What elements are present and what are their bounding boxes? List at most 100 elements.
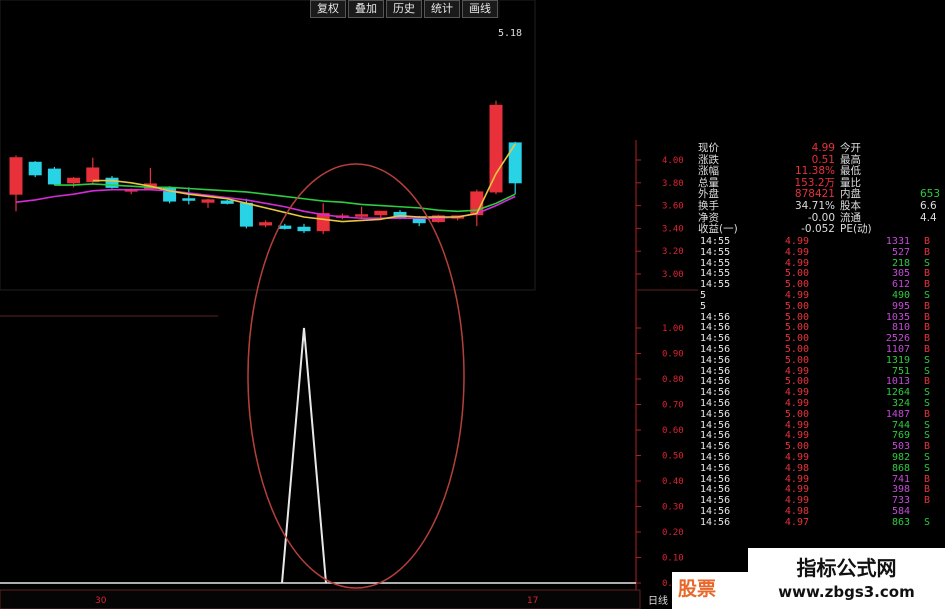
quote-value: -0.00 — [807, 211, 835, 224]
quote-row: 总量 153.2万 量比 — [698, 177, 945, 189]
candle-body — [67, 177, 81, 184]
candle-body — [182, 198, 196, 201]
trade-volume: 995 — [891, 300, 910, 312]
price-tick-label: 4.00 — [662, 156, 684, 166]
bottom-label-right: 17 — [527, 596, 538, 606]
candle-body — [9, 157, 23, 195]
quote-label: 净资 — [698, 211, 719, 224]
bottom-label-left: 30 — [95, 596, 107, 606]
quote-label: 涨幅 — [698, 165, 719, 178]
indicator-tick-label: 0.40 — [662, 477, 684, 487]
indicator-tick-label: 0.20 — [662, 528, 684, 538]
candle — [182, 187, 196, 205]
indicator-tick-label: 0.90 — [662, 350, 684, 360]
candle — [374, 210, 388, 219]
trade-side: B — [924, 246, 931, 258]
trade-time: 14:55 — [700, 246, 731, 258]
trade-time: 14:56 — [700, 516, 731, 528]
candle-body — [297, 226, 311, 232]
draw-line-button[interactable]: 画线 — [462, 0, 498, 18]
trade-row: 14:56 4.97 863 S — [698, 516, 945, 529]
candle-group — [9, 100, 522, 235]
indicator-peak — [281, 327, 327, 584]
candle — [201, 198, 215, 208]
candle — [355, 206, 369, 219]
candle — [163, 186, 177, 204]
indicator-tick-label: 0.60 — [662, 426, 684, 436]
candle — [489, 100, 503, 195]
price-axis: 4.00 3.80 3.60 3.40 3.20 3.00 — [636, 156, 684, 280]
candle-body — [278, 225, 292, 229]
watermark-title: 指标公式网 — [796, 556, 897, 580]
quote-row: 换手 34.71% 股本 6.6 — [698, 200, 945, 212]
candle — [297, 223, 311, 233]
trade-row: 14:56 5.00 1319 S — [698, 354, 945, 367]
trade-row: 14:56 5.00 1487 B — [698, 408, 945, 421]
candle-body — [489, 104, 503, 193]
candle-body — [86, 167, 100, 183]
restore-rights-button[interactable]: 复权 — [310, 0, 346, 18]
quote-value2: 6.6 — [920, 200, 937, 212]
quote-label2: PE(动) — [840, 223, 872, 236]
quote-row: 外盘 878421 内盘 653 — [698, 188, 945, 200]
quote-value: 34.71% — [794, 200, 835, 212]
quote-label: 外盘 — [698, 188, 719, 201]
trade-volume: 1487 — [885, 408, 910, 420]
trade-side: B — [924, 495, 931, 507]
trade-time: 14:56 — [700, 462, 731, 474]
indicator-tick-label: 1.00 — [662, 324, 684, 334]
trade-price: 5.00 — [784, 300, 809, 312]
trade-side: B — [924, 408, 931, 420]
statistics-button[interactable]: 统计 — [424, 0, 460, 18]
quote-label2: 最高 — [840, 153, 861, 166]
candle-body — [374, 210, 388, 216]
quote-row: 现价 4.99 今开 — [698, 142, 945, 154]
candle — [259, 220, 273, 228]
candle-body — [316, 213, 330, 232]
price-tick-label: 3.80 — [662, 179, 684, 189]
overlay-button[interactable]: 叠加 — [348, 0, 384, 18]
indicator-axis: 1.00 0.90 0.80 0.70 0.60 0.50 0.40 0.30 0.20 0.10… — [636, 324, 684, 589]
indicator-tick-label: 0.30 — [662, 503, 684, 513]
watermark-url: www.zbgs3.com — [778, 583, 915, 601]
trade-volume: 527 — [891, 246, 910, 258]
quote-row: 涨跌 0.51 最高 — [698, 154, 945, 166]
site-logo: 股票 — [672, 572, 748, 609]
trade-volume: 1319 — [885, 354, 910, 366]
trade-price: 5.00 — [784, 354, 809, 366]
trade-price: 4.97 — [784, 516, 809, 528]
chart-toolbar: 复权 叠加 历史 统计 画线 — [310, 0, 500, 18]
candle — [28, 161, 42, 178]
indicator-line — [0, 327, 636, 584]
site-watermark: 指标公式网 www.zbgs3.com — [748, 548, 945, 609]
candle-body — [259, 222, 273, 226]
indicator-tick-label: 0.50 — [662, 452, 684, 462]
quote-label: 现价 — [698, 142, 719, 154]
quote-label2: 量比 — [840, 176, 861, 189]
quote-label: 涨跌 — [698, 153, 719, 166]
history-button[interactable]: 历史 — [386, 0, 422, 18]
quote-value: 878421 — [794, 188, 835, 201]
trade-time: 14:56 — [700, 408, 731, 420]
site-logo-text: 股票 — [678, 578, 717, 600]
quote-label2: 流通 — [840, 211, 861, 224]
candle — [220, 199, 234, 205]
trade-price: 4.98 — [784, 462, 809, 474]
trade-time: 5 — [700, 300, 707, 312]
candle-body — [47, 168, 61, 185]
trade-side: S — [924, 516, 931, 528]
ma-line — [92, 143, 516, 223]
quote-row: 涨幅 11.38% 最低 — [698, 165, 945, 177]
quote-value2: 653 — [920, 188, 941, 201]
bottom-label-corner: 日线 — [648, 594, 668, 607]
trade-volume: 868 — [891, 462, 910, 474]
price-top-label: 5.18 — [498, 28, 522, 39]
indicator-tick-label: 0.80 — [662, 375, 684, 385]
indicator-tick-label: 0.10 — [662, 554, 684, 564]
trade-price: 4.99 — [784, 246, 809, 258]
quote-value: -0.052 — [801, 223, 835, 236]
quote-value: 4.99 — [811, 142, 835, 154]
trade-side: B — [924, 300, 931, 312]
candle — [9, 155, 23, 212]
candle — [105, 175, 119, 189]
